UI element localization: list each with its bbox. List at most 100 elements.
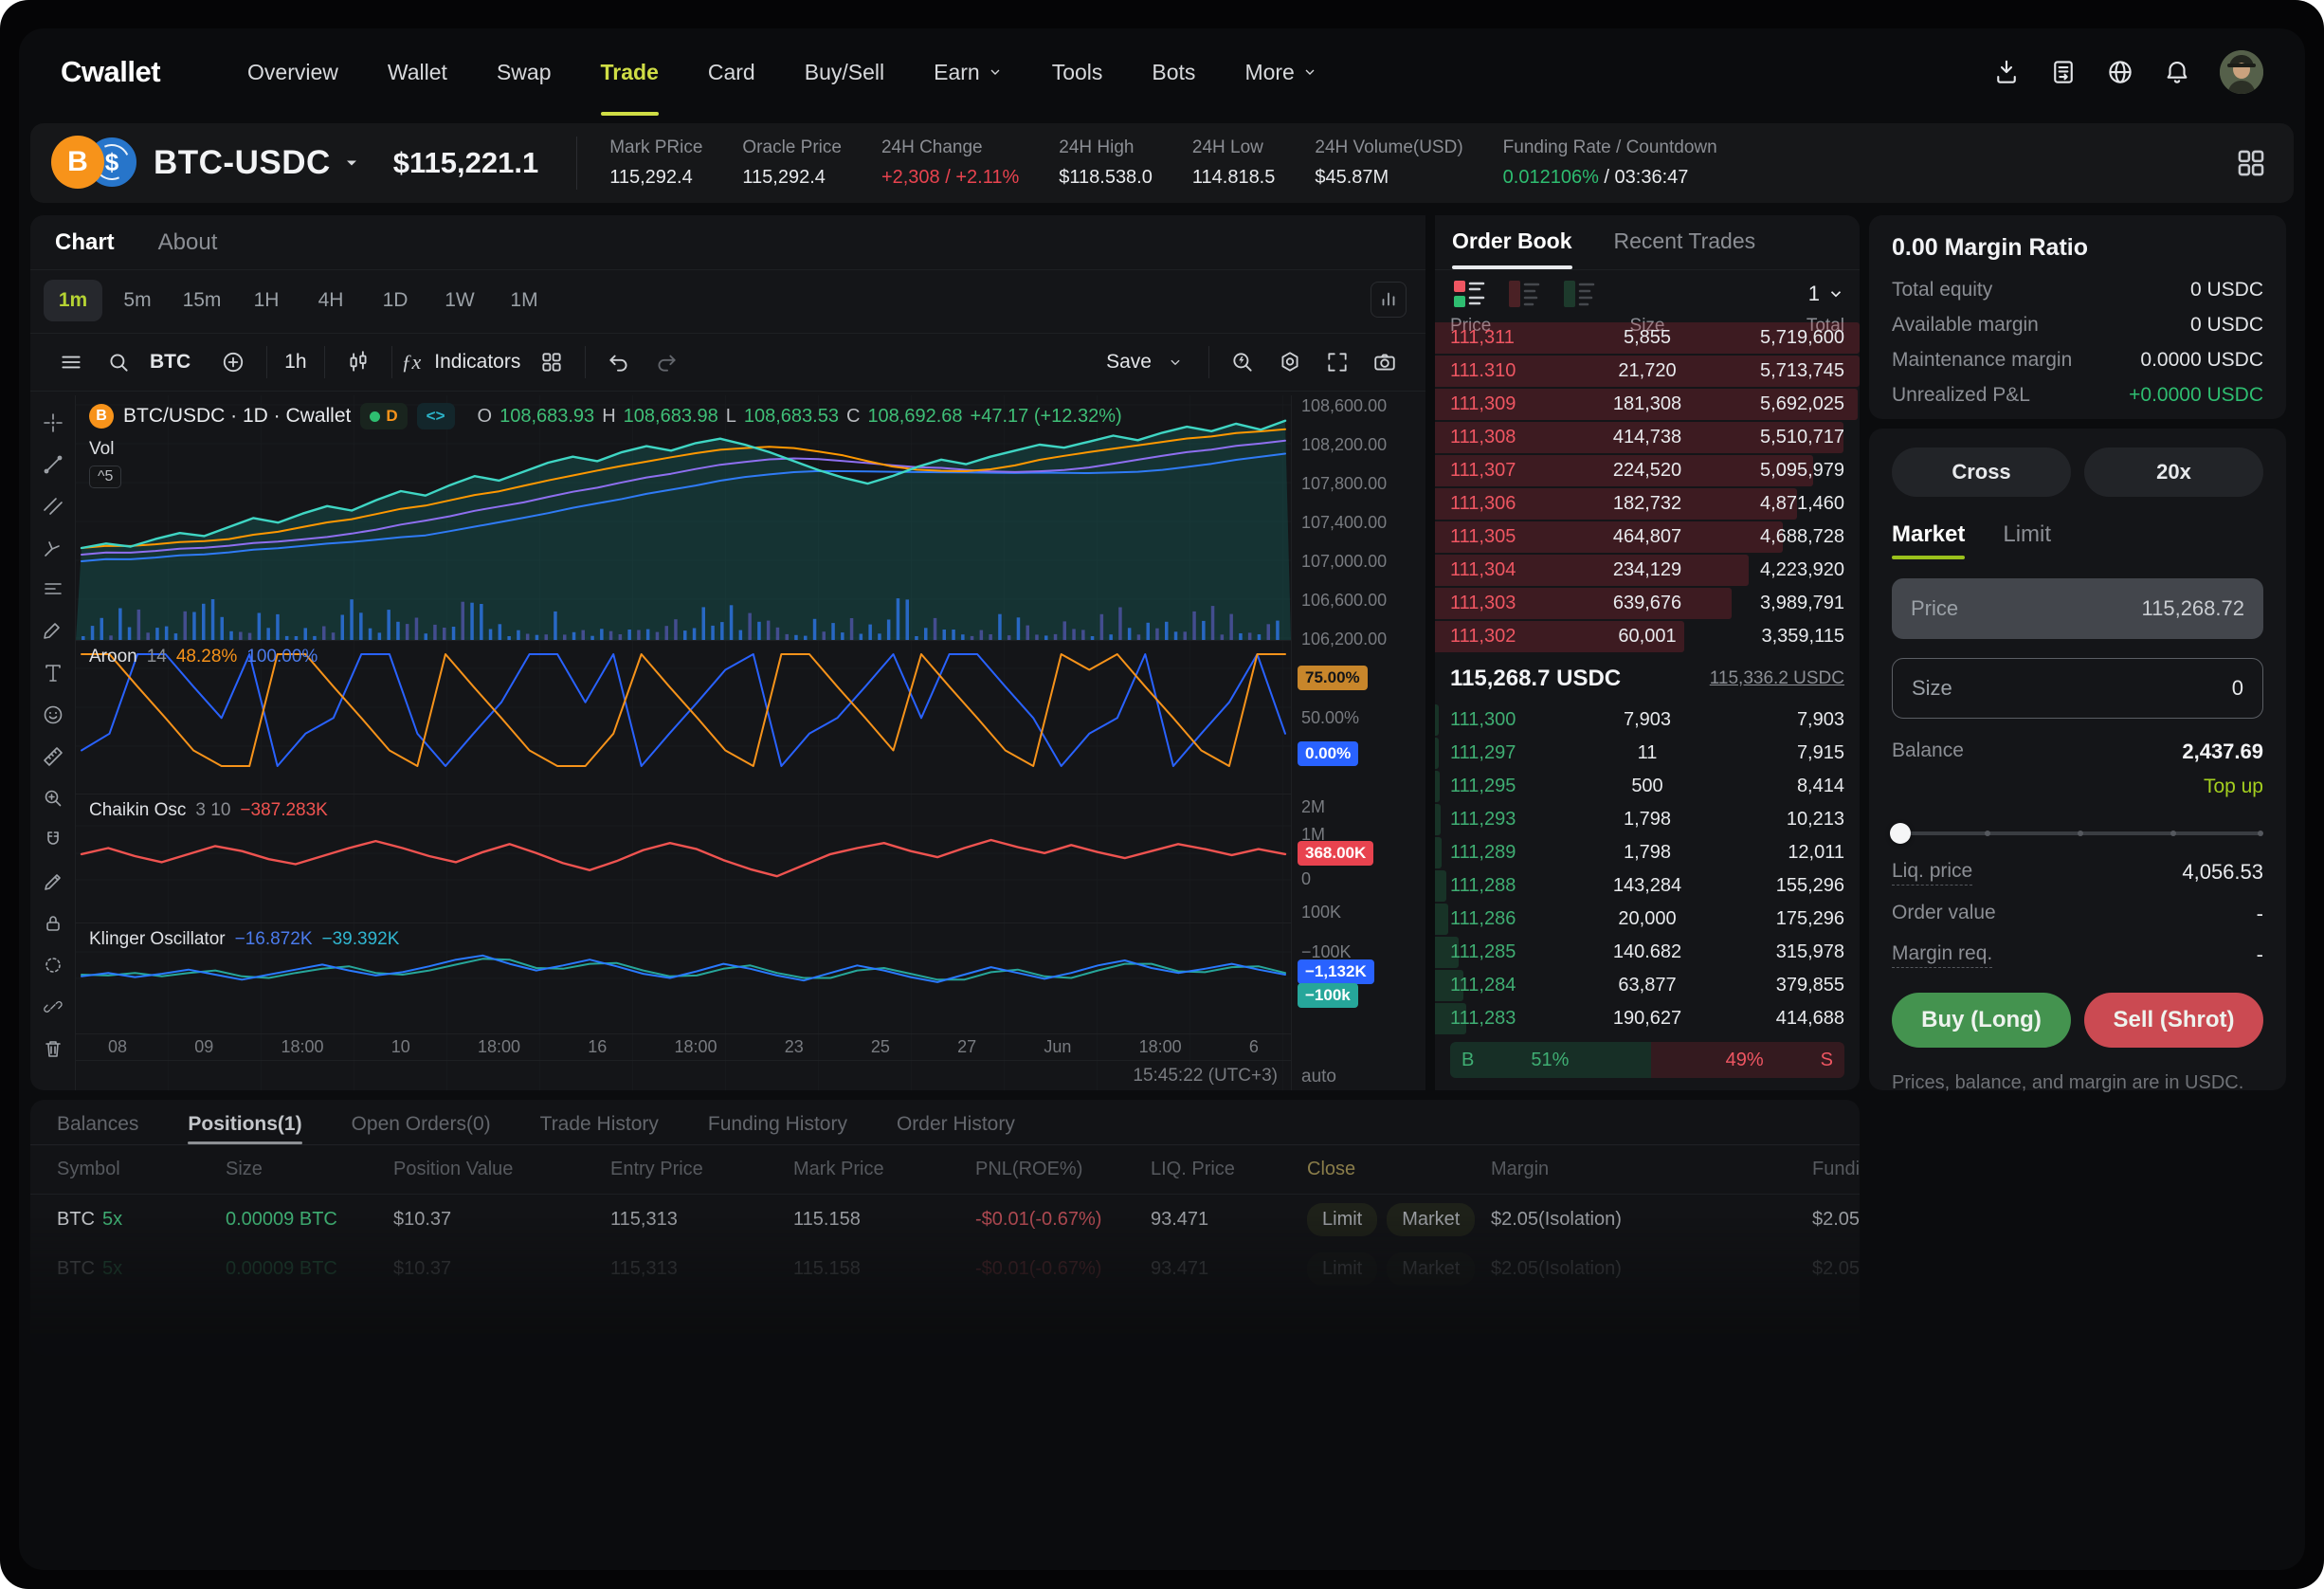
orderbook-bid-row[interactable]: 111,2891,79812,011 xyxy=(1435,836,1860,869)
orderbook-bid-row[interactable]: 111,28463,877379,855 xyxy=(1435,969,1860,1002)
price-pane[interactable] xyxy=(76,395,1291,640)
orderbook-ask-row[interactable]: 111,308414,7385,510,717 xyxy=(1435,421,1860,454)
orderbook-ask-row[interactable]: 111,303639,6763,989,791 xyxy=(1435,587,1860,620)
brand-logo[interactable]: Cwallet xyxy=(61,55,160,89)
fib-icon[interactable] xyxy=(37,574,69,606)
tab-limit[interactable]: Limit xyxy=(2003,521,2051,559)
zoom-icon[interactable] xyxy=(37,782,69,814)
tab-market[interactable]: Market xyxy=(1892,521,1965,559)
buy-long-button[interactable]: Buy (Long) xyxy=(1892,993,2071,1048)
timeframe-5m[interactable]: 5m xyxy=(108,280,167,321)
positions-tab-positions1[interactable]: Positions(1) xyxy=(188,1113,301,1144)
positions-tab-fundinghistory[interactable]: Funding History xyxy=(708,1113,847,1144)
aroon-pane[interactable]: Aroon 14 48.28% 100.00% xyxy=(76,640,1291,794)
camera-icon[interactable] xyxy=(1369,346,1401,378)
interval-select[interactable]: 1h xyxy=(284,351,306,374)
precision-dropdown[interactable]: 1 xyxy=(1808,282,1844,306)
orderbook-bid-row[interactable]: 111,288143,284155,296 xyxy=(1435,869,1860,903)
user-avatar[interactable] xyxy=(2220,50,2263,94)
orderbook-ask-row[interactable]: 111,3115,8555,719,600 xyxy=(1435,321,1860,355)
crosshair-icon[interactable] xyxy=(37,407,69,439)
timeframe-1H[interactable]: 1H xyxy=(237,280,296,321)
close-limit-button[interactable]: Limit xyxy=(1307,1203,1377,1236)
template-grid-icon[interactable] xyxy=(536,346,568,378)
save-caret-icon[interactable] xyxy=(1159,346,1191,378)
orderbook-bid-row[interactable]: 111,2955008,414 xyxy=(1435,770,1860,803)
price-axis[interactable]: 108,600.00 108,200.00 107,800.00 107,400… xyxy=(1291,395,1425,1090)
timeframe-1W[interactable]: 1W xyxy=(430,280,489,321)
compare-icon[interactable] xyxy=(217,346,249,378)
fullscreen-icon[interactable] xyxy=(1321,346,1353,378)
candle-style-icon[interactable] xyxy=(342,346,374,378)
timeframe-1D[interactable]: 1D xyxy=(366,280,425,321)
positions-tab-balances[interactable]: Balances xyxy=(57,1113,138,1144)
leverage-button[interactable]: 20x xyxy=(2084,447,2263,497)
search-icon[interactable] xyxy=(102,346,135,378)
brush-icon[interactable] xyxy=(37,615,69,648)
nav-item-more[interactable]: More xyxy=(1220,28,1341,116)
pair-dropdown-icon[interactable] xyxy=(342,154,361,173)
timeframe-15m[interactable]: 15m xyxy=(172,280,231,321)
redo-icon[interactable] xyxy=(650,346,682,378)
size-slider[interactable] xyxy=(1892,823,2263,844)
layout-grid-icon[interactable] xyxy=(2235,147,2267,179)
magnet-icon[interactable] xyxy=(37,824,69,856)
klinger-pane[interactable]: Klinger Oscillator −16.872K −39.392K xyxy=(76,922,1291,1033)
tab-order-book[interactable]: Order Book xyxy=(1452,228,1572,269)
timeframe-1m[interactable]: 1m xyxy=(44,280,102,321)
pencil-icon[interactable] xyxy=(37,866,69,898)
collapse-indicators-button[interactable]: ^5 xyxy=(89,466,121,488)
legend-compare-pill[interactable]: <> xyxy=(417,403,455,429)
clock-label[interactable]: 15:45:22 (UTC+3) xyxy=(1133,1066,1278,1087)
save-button[interactable]: Save xyxy=(1106,351,1152,374)
nav-item-bots[interactable]: Bots xyxy=(1127,28,1220,116)
panel-toggle-icon[interactable] xyxy=(1371,282,1407,318)
orderbook-ask-row[interactable]: 111,306182,7324,871,460 xyxy=(1435,487,1860,521)
pitchfork-icon[interactable] xyxy=(37,532,69,564)
timeframe-4H[interactable]: 4H xyxy=(301,280,360,321)
chart-plot[interactable]: B BTC/USDC · 1D · Cwallet D <> O108,683.… xyxy=(76,395,1291,1090)
globe-icon[interactable] xyxy=(2106,58,2134,86)
orderbook-ask-row[interactable]: 111,307224,5205,095,979 xyxy=(1435,454,1860,487)
nav-item-card[interactable]: Card xyxy=(683,28,780,116)
nav-item-tools[interactable]: Tools xyxy=(1027,28,1128,116)
tab-recent-trades[interactable]: Recent Trades xyxy=(1614,228,1756,269)
orderbook-bid-row[interactable]: 111,283190,627414,688 xyxy=(1435,1002,1860,1035)
chaikin-pane[interactable]: Chaikin Osc 3 10 −387.283K xyxy=(76,794,1291,922)
text-icon[interactable] xyxy=(37,657,69,689)
time-axis[interactable]: 080918:001018:001618:00232527Jun18:006 xyxy=(76,1033,1291,1060)
pair-name[interactable]: BTC-USDC xyxy=(154,144,331,182)
trash-icon[interactable] xyxy=(37,1032,69,1065)
orderbook-ask-row[interactable]: 111,309181,3085,692,025 xyxy=(1435,388,1860,421)
nav-item-overview[interactable]: Overview xyxy=(223,28,363,116)
orderbook-bid-row[interactable]: 111,28620,000175,296 xyxy=(1435,903,1860,936)
orderbook-bid-row[interactable]: 111,297117,915 xyxy=(1435,737,1860,770)
size-field[interactable]: Size 0 xyxy=(1892,658,2263,719)
download-icon[interactable] xyxy=(1992,58,2021,86)
nav-item-trade[interactable]: Trade xyxy=(576,28,683,116)
ruler-icon[interactable] xyxy=(37,740,69,773)
channel-icon[interactable] xyxy=(37,490,69,522)
undo-icon[interactable] xyxy=(603,346,635,378)
nav-item-earn[interactable]: Earn xyxy=(909,28,1027,116)
close-market-button[interactable]: Market xyxy=(1387,1203,1475,1236)
bell-icon[interactable] xyxy=(2163,58,2191,86)
positions-tab-openorders0[interactable]: Open Orders(0) xyxy=(352,1113,491,1144)
close-limit-button[interactable]: Limit xyxy=(1307,1252,1377,1286)
nav-item-swap[interactable]: Swap xyxy=(472,28,576,116)
margin-mode-button[interactable]: Cross xyxy=(1892,447,2071,497)
orderbook-ask-row[interactable]: 111,304234,1294,223,920 xyxy=(1435,554,1860,587)
trendline-icon[interactable] xyxy=(37,448,69,481)
orders-icon[interactable] xyxy=(2049,58,2078,86)
close-market-button[interactable]: Market xyxy=(1387,1252,1475,1286)
sell-short-button[interactable]: Sell (Shrot) xyxy=(2084,993,2263,1048)
orderbook-bid-row[interactable]: 111,285140.682315,978 xyxy=(1435,936,1860,969)
view-bids-icon[interactable] xyxy=(1562,278,1598,310)
link-icon[interactable] xyxy=(37,991,69,1023)
tab-about[interactable]: About xyxy=(158,229,218,256)
slider-handle[interactable] xyxy=(1890,823,1911,844)
shapes-icon[interactable] xyxy=(37,949,69,981)
orderbook-ask-row[interactable]: 111,305464,8074,688,728 xyxy=(1435,521,1860,554)
tab-chart[interactable]: Chart xyxy=(55,229,115,256)
quick-search-icon[interactable] xyxy=(1226,346,1259,378)
